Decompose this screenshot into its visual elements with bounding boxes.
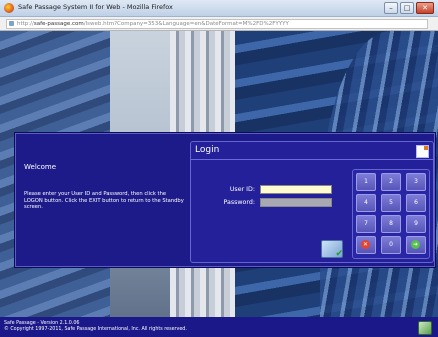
maximize-button[interactable]: □ — [400, 2, 414, 14]
user-id-input[interactable] — [260, 185, 332, 194]
login-box: Login User ID: Password: 1 2 3 4 5 6 7 8… — [190, 141, 434, 263]
keypad-clear-key[interactable]: ✕ — [356, 236, 376, 254]
keypad-key-0[interactable]: 0 — [381, 236, 401, 254]
welcome-heading: Welcome — [24, 163, 57, 171]
keypad-key-6[interactable]: 6 — [406, 194, 426, 212]
password-input[interactable] — [260, 198, 332, 207]
login-title: Login — [195, 145, 220, 155]
keypad-key-3[interactable]: 3 — [406, 173, 426, 191]
login-divider — [191, 159, 433, 160]
minimize-button[interactable]: – — [384, 2, 398, 14]
window-titlebar: Safe Passage System II for Web - Mozilla… — [0, 0, 438, 17]
version-text: Safe Passage - Version 2.1.0.06 — [4, 321, 80, 326]
keypad-enter-key[interactable]: ➜ — [406, 236, 426, 254]
footer-bar: Safe Passage - Version 2.1.0.06 © Copyri… — [0, 317, 438, 337]
close-button[interactable]: ✕ — [416, 2, 434, 14]
keypad-key-2[interactable]: 2 — [381, 173, 401, 191]
keypad-key-1[interactable]: 1 — [356, 173, 376, 191]
url-path: /lsweb.htm?Company=353&Language=en&DateF… — [83, 21, 289, 27]
numeric-keypad: 1 2 3 4 5 6 7 8 9 ✕ 0 ➜ — [352, 169, 430, 259]
user-id-label: User ID: — [229, 186, 255, 193]
window-controls: – □ ✕ — [384, 2, 434, 14]
keypad-key-4[interactable]: 4 — [356, 194, 376, 212]
site-identity-icon[interactable] — [9, 21, 14, 26]
address-bar: http://safe-passage.com/lsweb.htm?Compan… — [0, 17, 438, 31]
welcome-instructions: Please enter your User ID and Password, … — [24, 191, 184, 211]
url-prefix: http:// — [17, 21, 34, 27]
keypad-key-8[interactable]: 8 — [381, 215, 401, 233]
window-title: Safe Passage System II for Web - Mozilla… — [18, 3, 173, 11]
help-page-icon[interactable] — [416, 145, 429, 158]
exit-icon[interactable] — [418, 321, 432, 335]
login-panel: Welcome Please enter your User ID and Pa… — [15, 133, 435, 267]
copyright-text: © Copyright 1997-2011, Safe Passage Inte… — [4, 327, 187, 332]
url-field[interactable]: http://safe-passage.com/lsweb.htm?Compan… — [6, 19, 428, 29]
url-domain: safe-passage.com — [33, 21, 84, 27]
logon-button[interactable] — [321, 240, 343, 259]
keypad-key-7[interactable]: 7 — [356, 215, 376, 233]
password-label: Password: — [223, 199, 255, 206]
keypad-key-9[interactable]: 9 — [406, 215, 426, 233]
firefox-icon — [4, 3, 14, 13]
keypad-key-5[interactable]: 5 — [381, 194, 401, 212]
